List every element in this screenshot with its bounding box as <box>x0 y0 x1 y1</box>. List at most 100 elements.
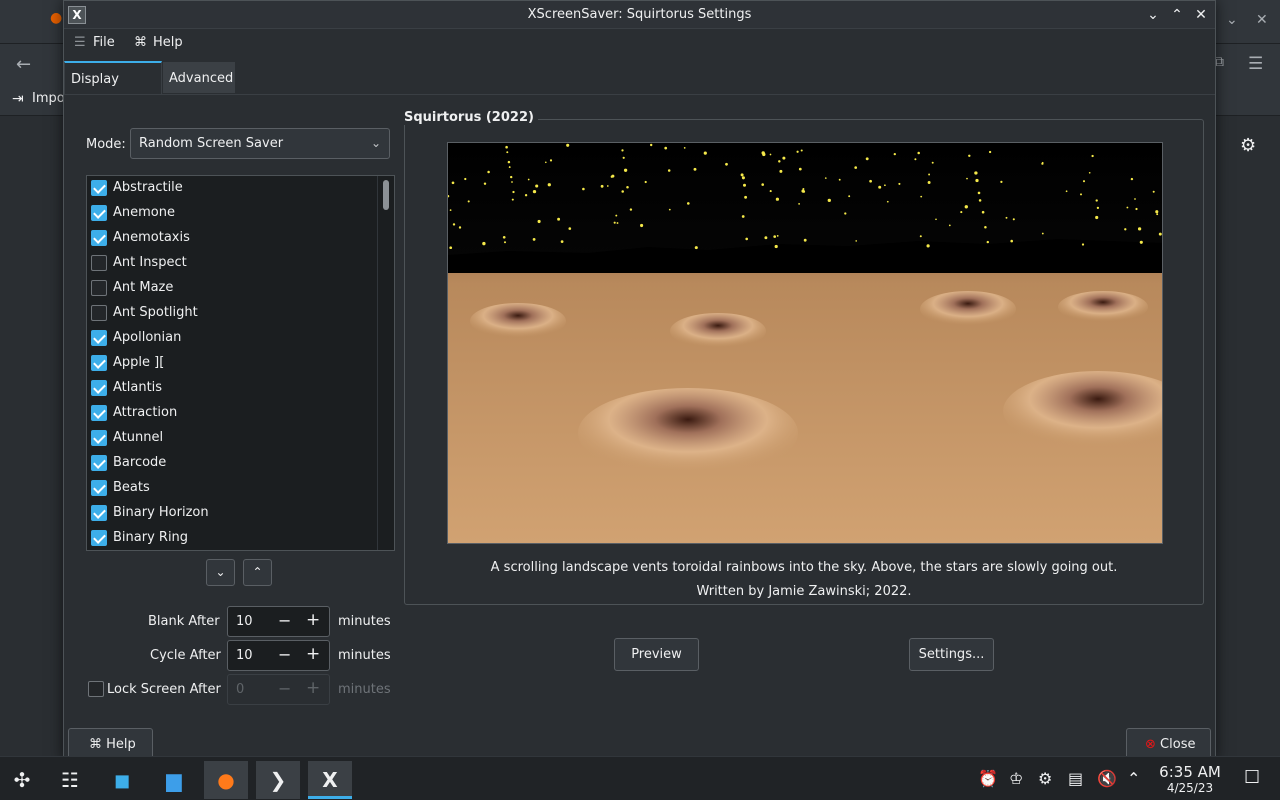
list-scrollbar[interactable] <box>377 176 394 550</box>
screensaver-enabled-checkbox[interactable] <box>91 330 107 346</box>
star <box>824 177 827 179</box>
menu-file[interactable]: File <box>93 35 115 50</box>
star <box>644 180 647 184</box>
screensaver-enabled-checkbox[interactable] <box>91 430 107 446</box>
minus-icon[interactable]: − <box>278 645 291 664</box>
screensaver-list-item[interactable]: Anemone <box>87 201 377 226</box>
tray-expand-icon[interactable]: ⌃ <box>1127 769 1140 788</box>
close-icon[interactable]: ✕ <box>1192 6 1210 24</box>
screensaver-list-item[interactable]: Ant Inspect <box>87 251 377 276</box>
screensaver-enabled-checkbox[interactable] <box>91 230 107 246</box>
alarm-icon[interactable]: ⏰ <box>978 769 998 788</box>
screensaver-list-item[interactable]: Beats <box>87 476 377 501</box>
screensaver-list-item[interactable]: Anemotaxis <box>87 226 377 251</box>
screensaver-list-item[interactable]: Binary Ring <box>87 526 377 550</box>
screensaver-name: Abstractile <box>113 180 183 195</box>
xscreensaver-icon[interactable]: X <box>308 761 352 799</box>
star <box>803 238 807 242</box>
screensaver-enabled-checkbox[interactable] <box>91 455 107 471</box>
screensaver-enabled-checkbox[interactable] <box>91 530 107 546</box>
blank-after-spinbox[interactable]: 10 − + <box>227 606 330 637</box>
screensaver-list-item[interactable]: Apollonian <box>87 326 377 351</box>
screensaver-list-item[interactable]: Ant Spotlight <box>87 301 377 326</box>
screensaver-list-item[interactable]: Abstractile <box>87 176 377 201</box>
star <box>615 214 618 217</box>
hamburger-menu-icon[interactable]: ☰ <box>1248 54 1263 74</box>
background-close-icon[interactable]: ✕ <box>1256 12 1268 28</box>
tab-display-modes[interactable]: Display Modes <box>64 61 162 121</box>
app-launcher-icon[interactable]: ✣ <box>0 761 44 799</box>
clock[interactable]: 6:35 AM 4/25/23 <box>1152 763 1228 795</box>
screensaver-enabled-checkbox[interactable] <box>91 505 107 521</box>
discover-store-icon[interactable]: ◼ <box>100 761 144 799</box>
screensaver-list-item[interactable]: Barcode <box>87 451 377 476</box>
screensaver-list-item[interactable]: Atlantis <box>87 376 377 401</box>
minimize-icon[interactable]: ⌄ <box>1144 6 1162 24</box>
screensaver-list[interactable]: Abstractile Anemone Anemotaxis Ant Inspect A… <box>86 175 395 551</box>
star <box>917 151 920 155</box>
vent-mound <box>1058 291 1148 323</box>
star <box>508 166 511 169</box>
star <box>686 202 690 205</box>
maximize-icon[interactable]: ⌃ <box>1168 6 1186 24</box>
firefox-icon[interactable]: ● <box>204 761 248 799</box>
mode-select[interactable]: Random Screen Saver ⌄ <box>130 128 390 159</box>
lock-screen-unit: minutes <box>338 682 391 697</box>
star <box>545 161 547 164</box>
cycle-after-value[interactable]: 10 <box>236 648 253 663</box>
system-settings-icon[interactable]: ☷ <box>48 761 92 799</box>
screensaver-enabled-checkbox[interactable] <box>91 405 107 421</box>
blank-after-value[interactable]: 10 <box>236 614 253 629</box>
gear-icon[interactable]: ⚙ <box>1240 135 1256 156</box>
star <box>773 235 777 238</box>
settings-button[interactable]: Settings... <box>909 638 994 671</box>
star <box>532 238 536 241</box>
screensaver-enabled-checkbox[interactable] <box>91 480 107 496</box>
screensaver-name: Anemotaxis <box>113 230 190 245</box>
screensaver-enabled-checkbox[interactable] <box>91 205 107 221</box>
volume-muted-icon[interactable]: 🔇 <box>1097 769 1117 788</box>
screensaver-enabled-checkbox[interactable] <box>91 280 107 296</box>
screensaver-enabled-checkbox[interactable] <box>91 355 107 371</box>
star <box>960 211 963 214</box>
show-desktop-icon[interactable]: ☐ <box>1244 767 1260 788</box>
screensaver-list-item[interactable]: Ant Maze <box>87 276 377 301</box>
wine-tray-icon[interactable]: ♔ <box>1009 769 1023 788</box>
screensaver-list-item[interactable]: Attraction <box>87 401 377 426</box>
screensaver-author: Written by Jamie Zawinski; 2022. <box>696 584 912 599</box>
clipboard-icon[interactable]: ▤ <box>1068 769 1083 788</box>
star <box>510 175 513 179</box>
screensaver-enabled-checkbox[interactable] <box>91 255 107 271</box>
star <box>1081 243 1085 246</box>
file-menu-icon: ☰ <box>74 35 86 50</box>
lock-screen-checkbox[interactable] <box>88 681 104 697</box>
background-minimize-icon[interactable]: ⌄ <box>1226 12 1238 28</box>
back-arrow-icon[interactable]: ← <box>16 54 31 75</box>
screensaver-list-item[interactable]: Apple ][ <box>87 351 377 376</box>
terminal-icon[interactable]: ❯ <box>256 761 300 799</box>
scrollbar-thumb[interactable] <box>383 180 389 210</box>
screensaver-enabled-checkbox[interactable] <box>91 180 107 196</box>
network-icon[interactable]: ⚙ <box>1038 769 1052 788</box>
star <box>467 200 470 203</box>
screensaver-preview-image <box>447 142 1163 544</box>
minus-icon[interactable]: − <box>278 611 291 630</box>
screensaver-enabled-checkbox[interactable] <box>91 305 107 321</box>
preview-button[interactable]: Preview <box>614 638 699 671</box>
screensaver-enabled-checkbox[interactable] <box>91 380 107 396</box>
screensaver-list-item[interactable]: Binary Horizon <box>87 501 377 526</box>
plus-icon[interactable]: + <box>306 610 320 630</box>
tab-advanced[interactable]: Advanced <box>162 61 236 94</box>
screensaver-list-item[interactable]: Atunnel <box>87 426 377 451</box>
plus-icon[interactable]: + <box>306 644 320 664</box>
background-toolbar-text[interactable]: Impo <box>32 91 65 106</box>
menu-help[interactable]: Help <box>153 35 183 50</box>
import-icon[interactable]: ⇥ <box>12 91 24 107</box>
squirtorus-preview-svg <box>448 143 1162 543</box>
move-down-button[interactable]: ⌄ <box>206 559 235 586</box>
cycle-after-spinbox[interactable]: 10 − + <box>227 640 330 671</box>
star <box>854 166 858 169</box>
screensaver-name: Ant Inspect <box>113 255 187 270</box>
move-up-button[interactable]: ⌃ <box>243 559 272 586</box>
file-manager-icon[interactable]: ▆ <box>152 761 196 799</box>
